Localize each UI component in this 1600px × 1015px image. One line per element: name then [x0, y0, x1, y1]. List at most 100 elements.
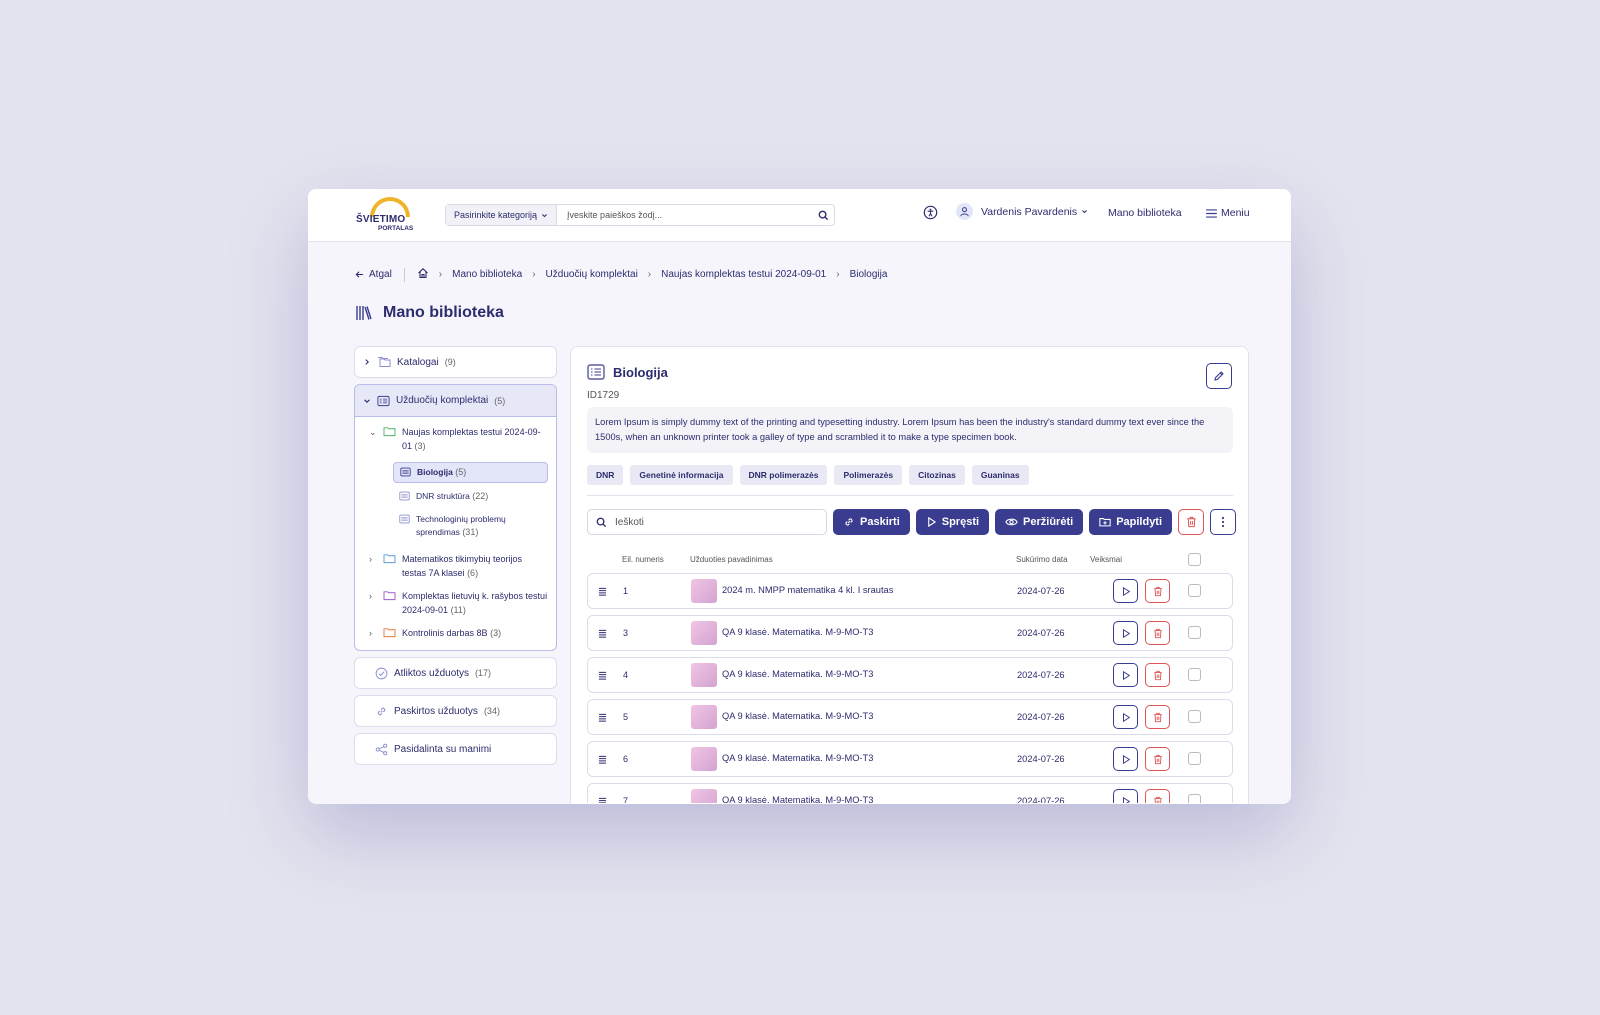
delete-task-button[interactable]	[1145, 747, 1170, 771]
menu-button[interactable]: Meniu	[1206, 207, 1250, 219]
row-number: 5	[623, 712, 629, 722]
row-checkbox[interactable]	[1188, 752, 1201, 765]
chevron-down-icon	[364, 398, 370, 403]
column-header-number[interactable]: Eil. numeris	[622, 555, 664, 564]
solve-button[interactable]: Spręsti	[915, 509, 990, 535]
sidebar-label: Paskirtos užduotys	[394, 705, 478, 717]
edit-button[interactable]	[1206, 363, 1232, 389]
search-input[interactable]	[557, 205, 812, 225]
task-name[interactable]: QA 9 klasė. Matematika. M-9-MO-T3	[722, 711, 873, 721]
accessibility-icon[interactable]	[923, 205, 938, 220]
play-icon	[1122, 670, 1130, 680]
sidebar-item-task-sets[interactable]: Užduočių komplektai (5)	[355, 385, 556, 417]
drag-handle-icon[interactable]	[598, 713, 607, 722]
tag[interactable]: Guaninas	[971, 465, 1029, 485]
solve-task-button[interactable]	[1113, 579, 1138, 603]
tag[interactable]: DNR	[587, 465, 624, 485]
task-date: 2024-07-26	[1017, 628, 1065, 638]
share-icon	[375, 743, 388, 755]
delete-task-button[interactable]	[1145, 579, 1170, 603]
column-header-actions: Veiksmai	[1090, 555, 1123, 564]
more-options-button[interactable]	[1210, 509, 1237, 535]
breadcrumb-item-set[interactable]: Naujas komplektas testui 2024-09-01	[661, 269, 826, 280]
chevron-down-icon	[1082, 210, 1088, 214]
tree-node-set-2[interactable]: › Matematikos tikimybių teorijos testas …	[369, 552, 548, 580]
column-header-name[interactable]: Užduoties pavadinimas	[690, 555, 773, 564]
select-all-checkbox[interactable]	[1188, 553, 1201, 566]
column-header-date[interactable]: Sukūrimo data	[1016, 555, 1068, 564]
delete-task-button[interactable]	[1145, 663, 1170, 687]
search-icon	[596, 517, 607, 527]
home-icon[interactable]	[417, 267, 429, 282]
drag-handle-icon[interactable]	[598, 755, 607, 764]
trash-icon	[1153, 712, 1162, 722]
task-search-input[interactable]: Ieškoti	[587, 509, 827, 535]
add-button[interactable]: Papildyti	[1089, 509, 1173, 535]
sidebar-item-completed[interactable]: Atliktos užduotys (17)	[354, 657, 557, 689]
play-icon	[1122, 796, 1130, 803]
delete-selected-button[interactable]	[1178, 509, 1205, 535]
task-name[interactable]: QA 9 klasė. Matematika. M-9-MO-T3	[722, 753, 873, 763]
tree-child-biologija[interactable]: Biologija (5)	[393, 462, 548, 483]
table-row[interactable]: 6 QA 9 klasė. Matematika. M-9-MO-T3 2024…	[587, 741, 1233, 777]
pencil-icon	[1214, 371, 1224, 381]
tree-node-set-1[interactable]: ⌄ Naujas komplektas testui 2024-09-01 (3…	[369, 425, 548, 453]
row-checkbox[interactable]	[1188, 668, 1201, 681]
tag[interactable]: DNR polimerazės	[739, 465, 828, 485]
tree-child-dnr[interactable]: DNR struktūra (22)	[393, 487, 548, 506]
row-checkbox[interactable]	[1188, 626, 1201, 639]
drag-handle-icon[interactable]	[598, 629, 607, 638]
solve-task-button[interactable]	[1113, 621, 1138, 645]
solve-task-button[interactable]	[1113, 663, 1138, 687]
trash-icon	[1186, 516, 1196, 528]
task-name[interactable]: QA 9 klasė. Matematika. M-9-MO-T3	[722, 795, 873, 803]
drag-handle-icon[interactable]	[598, 797, 607, 803]
row-checkbox[interactable]	[1188, 584, 1201, 597]
drag-handle-icon[interactable]	[598, 671, 607, 680]
chevron-down-icon	[542, 213, 548, 217]
page-title: Mano biblioteka	[355, 304, 504, 322]
task-name[interactable]: 2024 m. NMPP matematika 4 kl. I srautas	[722, 585, 893, 595]
tag[interactable]: Genetinė informacija	[630, 465, 733, 485]
tag[interactable]: Citozinas	[909, 465, 965, 485]
tag[interactable]: Polimerazės	[834, 465, 903, 485]
chevron-right-icon: ›	[369, 628, 372, 638]
delete-task-button[interactable]	[1145, 705, 1170, 729]
row-checkbox[interactable]	[1188, 710, 1201, 723]
row-checkbox[interactable]	[1188, 794, 1201, 803]
my-library-link[interactable]: Mano biblioteka	[1108, 207, 1182, 219]
view-button[interactable]: Peržiūrėti	[995, 509, 1084, 535]
task-set-title: Biologija	[587, 364, 668, 380]
user-menu[interactable]: Vardenis Pavardenis	[956, 203, 1088, 220]
solve-task-button[interactable]	[1113, 747, 1138, 771]
table-row[interactable]: 7 QA 9 klasė. Matematika. M-9-MO-T3 2024…	[587, 783, 1233, 803]
table-row[interactable]: 5 QA 9 klasė. Matematika. M-9-MO-T3 2024…	[587, 699, 1233, 735]
delete-task-button[interactable]	[1145, 621, 1170, 645]
breadcrumb-item-task-sets[interactable]: Užduočių komplektai	[546, 269, 638, 280]
trash-icon	[1153, 754, 1162, 764]
search-icon[interactable]	[812, 210, 834, 221]
tree-child-technologiniu[interactable]: Technologinių problemų sprendimas (31)	[393, 510, 548, 542]
tree-node-set-4[interactable]: › Kontrolinis darbas 8B (3)	[369, 626, 548, 640]
sidebar-item-assigned[interactable]: Paskirtos užduotys (34)	[354, 695, 557, 727]
chevron-right-icon	[365, 359, 369, 365]
list-icon	[587, 364, 605, 380]
back-link[interactable]: Atgal	[355, 269, 392, 280]
task-name[interactable]: QA 9 klasė. Matematika. M-9-MO-T3	[722, 627, 873, 637]
table-row[interactable]: 4 QA 9 klasė. Matematika. M-9-MO-T3 2024…	[587, 657, 1233, 693]
solve-task-button[interactable]	[1113, 705, 1138, 729]
svietimo-portalas-logo[interactable]: ŠVIETIMO PORTALAS	[356, 197, 418, 235]
table-row[interactable]: 1 2024 m. NMPP matematika 4 kl. I srauta…	[587, 573, 1233, 609]
tree-node-set-3[interactable]: › Komplektas lietuvių k. rašybos testui …	[369, 589, 548, 617]
drag-handle-icon[interactable]	[598, 587, 607, 596]
table-row[interactable]: 3 QA 9 klasė. Matematika. M-9-MO-T3 2024…	[587, 615, 1233, 651]
sidebar-item-shared[interactable]: Pasidalinta su manimi	[354, 733, 557, 765]
breadcrumb-item-library[interactable]: Mano biblioteka	[452, 269, 522, 280]
category-select[interactable]: Pasirinkite kategoriją	[446, 205, 558, 225]
assign-button[interactable]: Paskirti	[833, 509, 910, 535]
task-set-icon	[400, 467, 411, 477]
delete-task-button[interactable]	[1145, 789, 1170, 803]
sidebar-item-catalogs[interactable]: Katalogai (9)	[354, 346, 557, 378]
task-name[interactable]: QA 9 klasė. Matematika. M-9-MO-T3	[722, 669, 873, 679]
solve-task-button[interactable]	[1113, 789, 1138, 803]
